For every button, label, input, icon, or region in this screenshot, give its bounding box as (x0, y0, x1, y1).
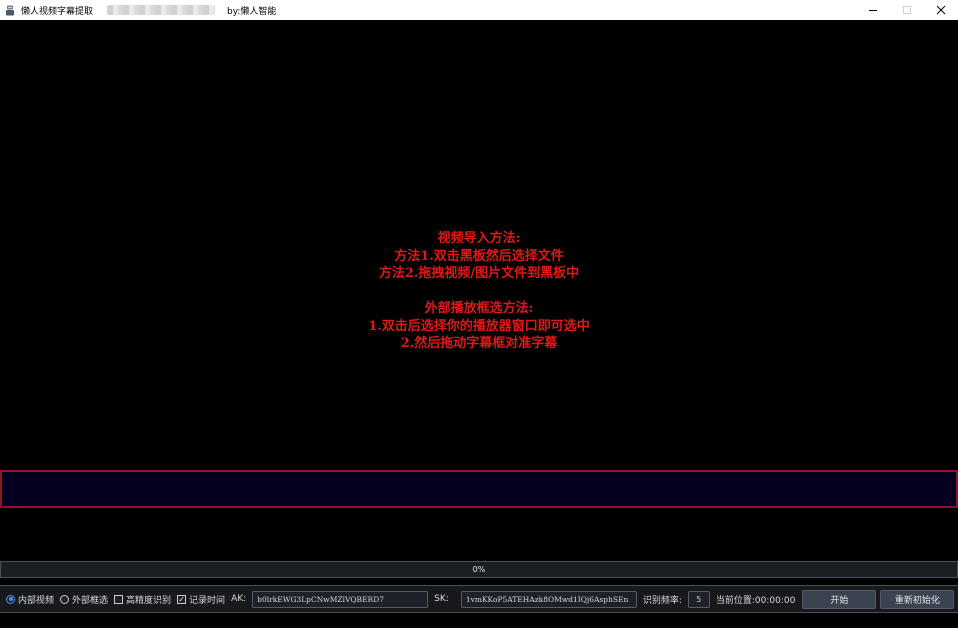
window-controls (856, 0, 958, 20)
import-method-2: 方法2.拖拽视频/图片文件到黑板中 (378, 266, 580, 281)
author-label: by:懒人智能 (227, 6, 277, 17)
close-button[interactable] (924, 0, 958, 20)
record-time-option[interactable]: ✓ 记录时间 (177, 593, 225, 606)
high-precision-label: 高精度识别 (126, 595, 172, 606)
external-select-radio[interactable] (60, 594, 70, 604)
maximize-button[interactable] (890, 0, 924, 20)
position-label: 当前位置:00:00:00 (715, 595, 796, 606)
ak-label: AK: (231, 594, 247, 604)
external-heading: 外部播放框选方法: (424, 301, 534, 316)
start-button[interactable]: 开始 (802, 589, 877, 609)
external-step-1: 1.双击后选择你的播放器窗口即可选中 (368, 318, 590, 334)
minimize-button[interactable] (856, 0, 890, 20)
control-toolbar: 内部视频 外部框选 高精度识别 ✓ 记录时间 AK: b0lrkEWG3LpCN… (0, 585, 958, 613)
import-method-1: 方法1.双击黑板然后选择文件 (394, 248, 564, 264)
external-select-option[interactable]: 外部框选 (60, 593, 108, 606)
internal-video-label: 内部视频 (18, 595, 55, 606)
sk-label: SK: (434, 594, 449, 604)
app-window: 懒人视频字幕提取 by:懒人智能 视频导入方法: 方法1.双击黑板然后选择文件 … (0, 0, 958, 628)
record-time-checkbox[interactable]: ✓ (177, 594, 187, 604)
blurred-region (107, 5, 216, 15)
app-icon (4, 4, 16, 16)
internal-video-option[interactable]: 内部视频 (6, 593, 54, 606)
progress-bar: 0% (0, 561, 958, 578)
record-time-label: 记录时间 (189, 595, 226, 606)
high-precision-checkbox[interactable] (114, 594, 124, 604)
progress-text: 0% (472, 565, 486, 574)
subtitle-region-box[interactable] (0, 470, 958, 508)
window-title: 懒人视频字幕提取 (21, 6, 94, 17)
minimize-icon (869, 10, 877, 11)
frequency-input[interactable]: 5 (687, 590, 710, 608)
maximize-icon (903, 6, 911, 14)
close-icon (936, 5, 946, 15)
external-select-label: 外部框选 (72, 595, 109, 606)
high-precision-option[interactable]: 高精度识别 (114, 593, 171, 606)
external-step-2: 2.然后拖动字幕框对准字幕 (400, 336, 558, 351)
import-heading: 视频导入方法: (437, 231, 521, 246)
ak-input[interactable]: b0lrkEWG3LpCNwMZlVQBERD7 (252, 590, 429, 608)
reinitialize-button[interactable]: 重新初始化 (880, 589, 955, 609)
title-bar[interactable]: 懒人视频字幕提取 by:懒人智能 (0, 0, 958, 20)
instructions: 视频导入方法: 方法1.双击黑板然后选择文件 方法2.拖拽视频/图片文件到黑板中… (0, 230, 958, 353)
sk-input[interactable]: 1vmKKoP5ATEHAzk8OMwd1IQj6AsphSEn (460, 590, 637, 608)
frequency-label: 识别频率: (642, 595, 682, 606)
internal-video-radio[interactable] (6, 594, 15, 604)
